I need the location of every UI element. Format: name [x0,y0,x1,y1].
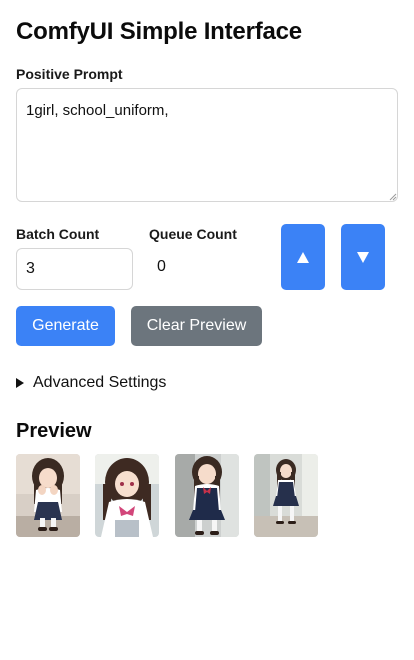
decrease-button[interactable] [341,224,385,290]
resize-grip-icon[interactable] [389,193,397,201]
preview-image[interactable] [175,454,239,537]
advanced-settings-label: Advanced Settings [33,374,167,391]
generate-button[interactable]: Generate [16,306,115,346]
positive-prompt-label: Positive Prompt [16,66,123,82]
batch-count-label: Batch Count [16,226,100,242]
advanced-settings-toggle[interactable]: Advanced Settings [16,372,166,394]
triangle-down-icon [357,251,369,263]
queue-count-value: 0 [157,258,166,275]
batch-count-input[interactable] [16,248,133,290]
page-title: ComfyUI Simple Interface [16,18,302,45]
page: ComfyUI Simple Interface Positive Prompt… [0,0,414,660]
preview-image[interactable] [95,454,159,537]
positive-prompt-textarea[interactable]: 1girl, school_uniform, [16,88,398,202]
clear-preview-button[interactable]: Clear Preview [131,306,262,346]
preview-image[interactable] [16,454,80,537]
queue-count-label: Queue Count [149,226,237,242]
preview-heading: Preview [16,420,92,442]
disclosure-triangle-icon [16,378,24,388]
preview-image[interactable] [254,454,318,537]
triangle-up-icon [297,251,309,263]
increase-button[interactable] [281,224,325,290]
